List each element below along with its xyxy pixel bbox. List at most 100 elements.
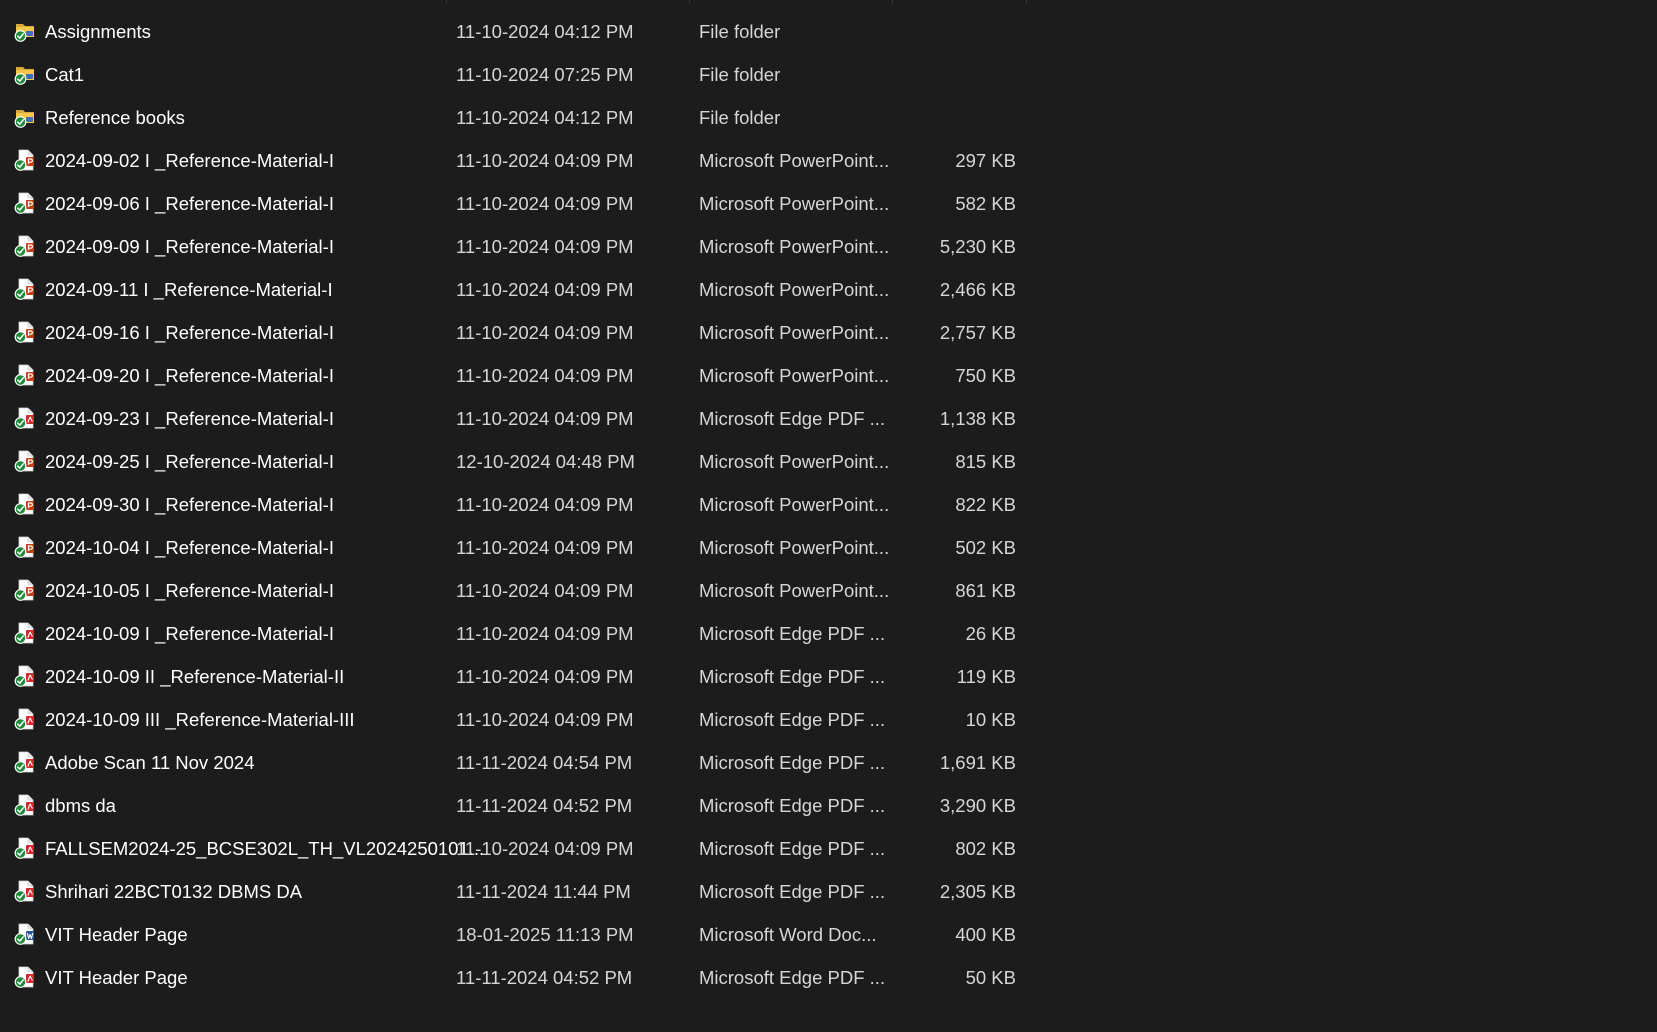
file-row[interactable]: 2024-10-04 I _Reference-Material-I 11-10-… [0, 526, 1040, 569]
file-name: 2024-09-11 I _Reference-Material-I [45, 279, 333, 300]
file-icon-cell [14, 741, 36, 784]
file-icon-cell [14, 225, 36, 268]
file-row[interactable]: 2024-09-16 I _Reference-Material-I 11-10-… [0, 311, 1040, 354]
file-row[interactable]: Adobe Scan 11 Nov 2024 11-11-2024 04:54 P… [0, 741, 1040, 784]
file-type: Microsoft Edge PDF ... [699, 408, 886, 429]
file-size: 3,290 KB [939, 795, 1016, 816]
file-row[interactable]: 2024-09-23 I _Reference-Material-I 11-10-… [0, 397, 1040, 440]
file-row[interactable]: dbms da 11-11-2024 04:52 PM Microsoft Edge… [0, 784, 1040, 827]
file-type: Microsoft Edge PDF ... [699, 967, 886, 988]
file-type: Microsoft PowerPoint... [699, 580, 890, 601]
file-icon-cell [14, 655, 36, 698]
file-row[interactable]: 2024-09-02 I _Reference-Material-I 11-10-… [0, 139, 1040, 182]
file-icon-cell [14, 698, 36, 741]
powerpoint-icon [14, 579, 36, 601]
file-row[interactable]: 2024-09-20 I _Reference-Material-I 11-10-… [0, 354, 1040, 397]
file-icon-cell [14, 784, 36, 827]
file-date-modified: 11-10-2024 04:09 PM [456, 537, 634, 558]
column-divider-type[interactable] [892, 0, 893, 3]
file-date-modified: 11-10-2024 04:09 PM [456, 322, 634, 343]
file-icon-cell [14, 96, 36, 139]
file-date-modified: 11-11-2024 04:54 PM [456, 752, 633, 773]
file-name: 2024-10-09 III _Reference-Material-III [45, 709, 355, 730]
file-date-modified: 11-10-2024 04:09 PM [456, 408, 634, 429]
column-divider-date[interactable] [689, 0, 690, 3]
file-row[interactable]: FALLSEM2024-25_BCSE302L_TH_VL2024250101.… [0, 827, 1040, 870]
file-date-modified: 11-10-2024 04:09 PM [456, 709, 634, 730]
file-date-modified: 11-10-2024 07:25 PM [456, 64, 634, 85]
pdf-icon [14, 708, 36, 730]
file-row[interactable]: 2024-09-30 I _Reference-Material-I 11-10-… [0, 483, 1040, 526]
file-type: Microsoft PowerPoint... [699, 451, 890, 472]
file-date-modified: 11-10-2024 04:09 PM [456, 623, 634, 644]
file-row[interactable]: 2024-09-09 I _Reference-Material-I 11-10-… [0, 225, 1040, 268]
file-name: Reference books [45, 107, 185, 128]
powerpoint-icon [14, 192, 36, 214]
file-date-modified: 11-10-2024 04:09 PM [456, 236, 634, 257]
file-size: 10 KB [965, 709, 1016, 730]
powerpoint-icon [14, 450, 36, 472]
file-name: 2024-09-25 I _Reference-Material-I [45, 451, 334, 472]
file-date-modified: 11-10-2024 04:12 PM [456, 107, 634, 128]
pdf-icon [14, 794, 36, 816]
file-date-modified: 11-10-2024 04:09 PM [456, 193, 634, 214]
file-row[interactable]: 2024-09-11 I _Reference-Material-I 11-10-… [0, 268, 1040, 311]
file-date-modified: 11-10-2024 04:09 PM [456, 150, 634, 171]
column-divider-name[interactable] [446, 0, 447, 3]
file-type: Microsoft PowerPoint... [699, 279, 890, 300]
file-size: 861 KB [955, 580, 1016, 601]
pdf-icon [14, 665, 36, 687]
file-type: Microsoft PowerPoint... [699, 537, 890, 558]
column-divider-size[interactable] [1026, 0, 1027, 3]
pdf-icon [14, 880, 36, 902]
file-name: 2024-10-09 I _Reference-Material-I [45, 623, 334, 644]
file-row[interactable]: VIT Header Page 18-01-2025 11:13 PM Micros… [0, 913, 1040, 956]
file-row[interactable]: 2024-10-09 III _Reference-Material-III 11… [0, 698, 1040, 741]
file-icon-cell [14, 483, 36, 526]
file-size: 582 KB [955, 193, 1016, 214]
file-row[interactable]: 2024-09-25 I _Reference-Material-I 12-10-… [0, 440, 1040, 483]
file-row[interactable]: Reference books 11-10-2024 04:12 PM File f… [0, 96, 1040, 139]
file-row[interactable]: 2024-10-09 II _Reference-Material-II 11-1… [0, 655, 1040, 698]
file-type: Microsoft PowerPoint... [699, 494, 890, 515]
folder-icon [14, 63, 36, 85]
powerpoint-icon [14, 235, 36, 257]
file-date-modified: 11-10-2024 04:09 PM [456, 580, 634, 601]
file-name: dbms da [45, 795, 116, 816]
file-date-modified: 11-11-2024 04:52 PM [456, 967, 633, 988]
file-icon-cell [14, 397, 36, 440]
file-size: 1,691 KB [939, 752, 1016, 773]
file-size: 400 KB [955, 924, 1016, 945]
file-size: 802 KB [955, 838, 1016, 859]
file-row[interactable]: 2024-10-09 I _Reference-Material-I 11-10-… [0, 612, 1040, 655]
file-row[interactable]: Cat1 11-10-2024 07:25 PM File folder [0, 53, 1040, 96]
file-name: VIT Header Page [45, 967, 188, 988]
file-size: 1,138 KB [939, 408, 1016, 429]
file-type: Microsoft PowerPoint... [699, 365, 890, 386]
pdf-icon [14, 966, 36, 988]
file-icon-cell [14, 53, 36, 96]
file-icon-cell [14, 913, 36, 956]
powerpoint-icon [14, 536, 36, 558]
file-size [900, 53, 1016, 96]
file-type: Microsoft PowerPoint... [699, 193, 890, 214]
file-name: 2024-09-30 I _Reference-Material-I [45, 494, 334, 515]
file-date-modified: 11-11-2024 11:44 PM [456, 881, 631, 902]
file-size: 2,466 KB [939, 279, 1016, 300]
file-row[interactable]: 2024-10-05 I _Reference-Material-I 11-10-… [0, 569, 1040, 612]
file-date-modified: 12-10-2024 04:48 PM [456, 451, 635, 472]
file-type: Microsoft PowerPoint... [699, 322, 890, 343]
file-name: 2024-09-16 I _Reference-Material-I [45, 322, 334, 343]
file-date-modified: 18-01-2025 11:13 PM [456, 924, 634, 945]
file-row[interactable]: 2024-09-06 I _Reference-Material-I 11-10-… [0, 182, 1040, 225]
file-row[interactable]: VIT Header Page 11-11-2024 04:52 PM Micros… [0, 956, 1040, 999]
file-type: Microsoft PowerPoint... [699, 236, 890, 257]
file-row[interactable]: Shrihari 22BCT0132 DBMS DA 11-11-2024 11:… [0, 870, 1040, 913]
file-size: 815 KB [955, 451, 1016, 472]
file-name: 2024-10-05 I _Reference-Material-I [45, 580, 334, 601]
powerpoint-icon [14, 149, 36, 171]
file-row[interactable]: Assignments 11-10-2024 04:12 PM File folde… [0, 10, 1040, 53]
file-name: 2024-09-02 I _Reference-Material-I [45, 150, 334, 171]
file-list: Assignments 11-10-2024 04:12 PM File folde… [0, 10, 1040, 999]
file-icon-cell [14, 139, 36, 182]
